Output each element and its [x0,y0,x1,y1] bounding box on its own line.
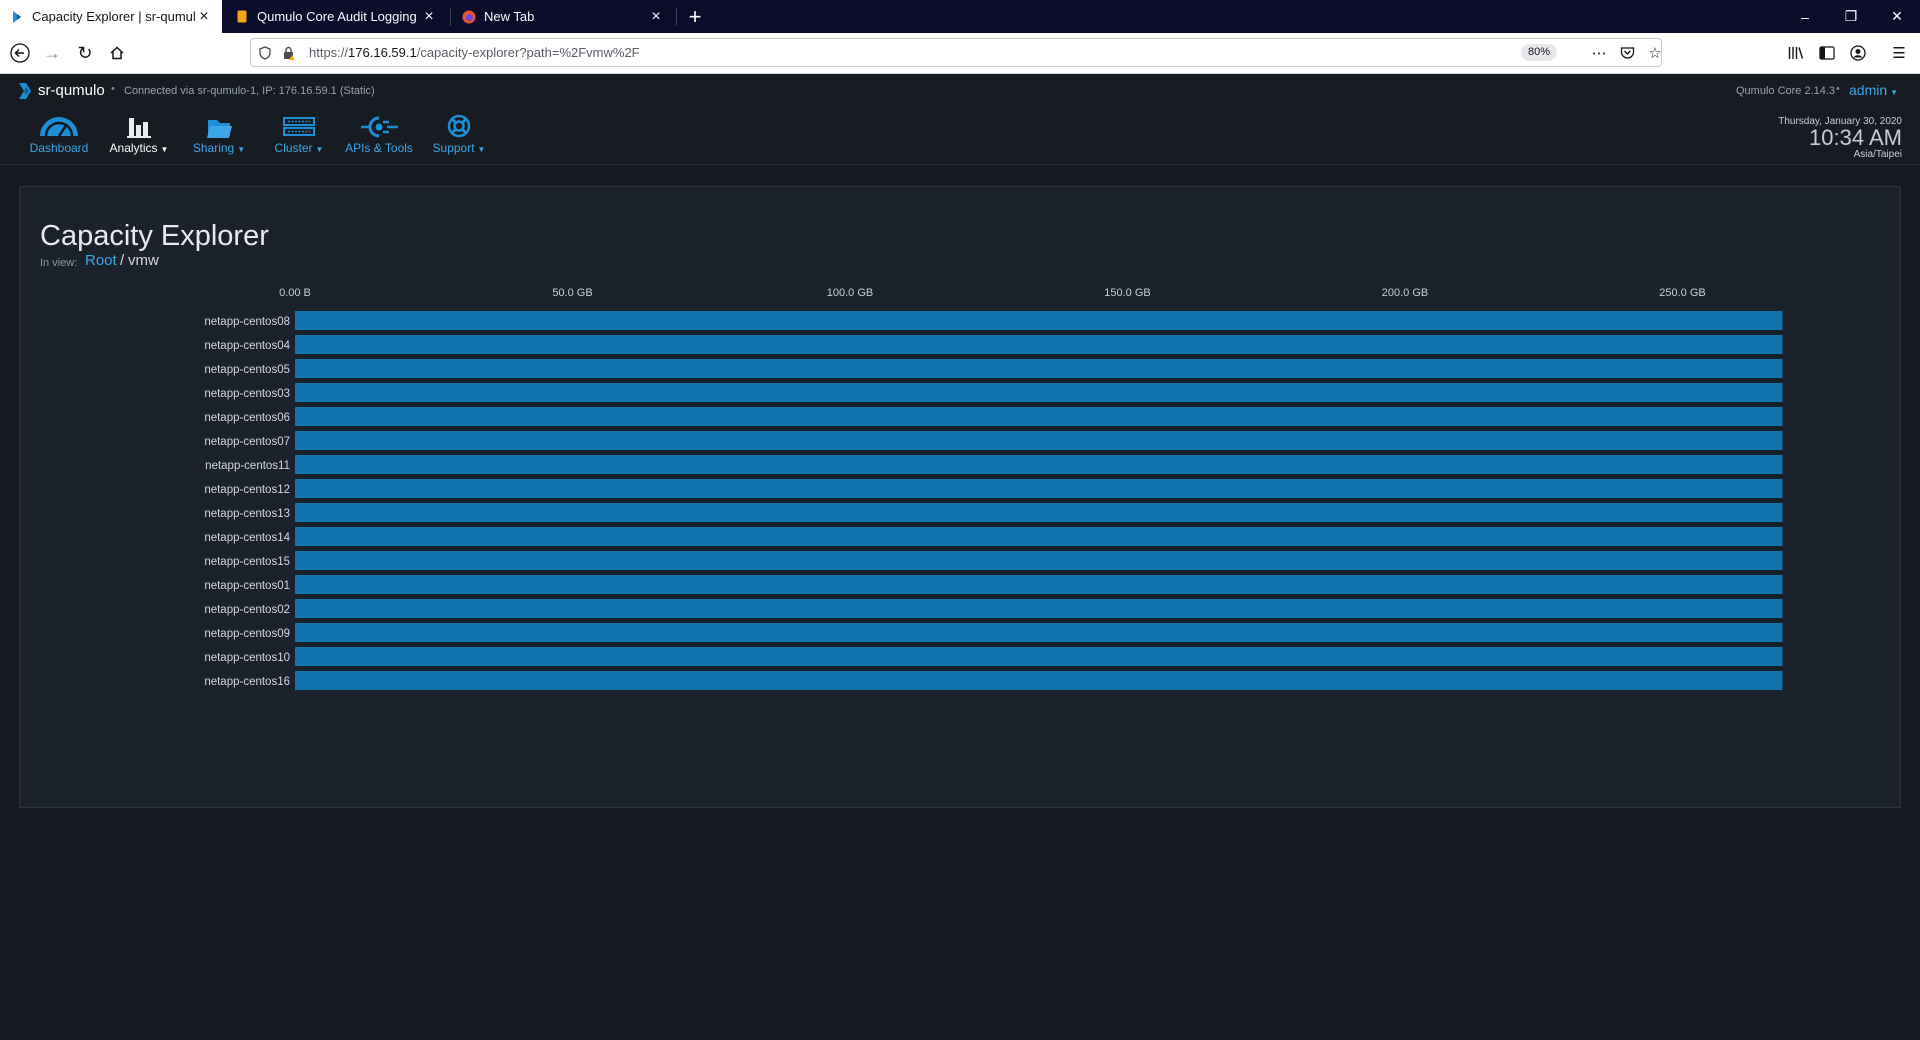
category-label[interactable]: netapp-centos09 [204,628,290,640]
capacity-bar[interactable] [295,431,1783,450]
category-label[interactable]: netapp-centos07 [204,436,290,448]
x-tick-label: 0.00 B [279,287,311,299]
capacity-bar[interactable] [295,383,1783,402]
capacity-bar[interactable] [295,359,1783,378]
x-tick-label: 50.0 GB [552,287,592,299]
capacity-bar[interactable] [295,527,1783,546]
capacity-bar[interactable] [295,599,1783,618]
capacity-bar[interactable] [295,479,1783,498]
category-label[interactable]: netapp-centos10 [204,652,290,664]
x-tick-label: 200.0 GB [1382,287,1428,299]
capacity-bar[interactable] [295,335,1783,354]
category-label[interactable]: netapp-centos03 [204,388,290,400]
x-tick-label: 250.0 GB [1659,287,1705,299]
capacity-bar[interactable] [295,551,1783,570]
capacity-bar[interactable] [295,575,1783,594]
category-label[interactable]: netapp-centos05 [204,364,290,376]
category-label[interactable]: netapp-centos15 [204,556,290,568]
category-label[interactable]: netapp-centos13 [204,508,290,520]
x-tick-label: 150.0 GB [1104,287,1150,299]
category-label[interactable]: netapp-centos08 [204,316,290,328]
category-label[interactable]: netapp-centos02 [204,604,290,616]
category-label[interactable]: netapp-centos11 [205,460,290,472]
capacity-bar[interactable] [295,647,1783,666]
capacity-bar-chart: 0.00 B 50.0 GB 100.0 GB 150.0 GB 200.0 GB 250… [204,287,1783,690]
capacity-bar[interactable] [295,311,1783,330]
category-label[interactable]: netapp-centos16 [204,676,290,688]
x-tick-label: 100.0 GB [827,287,873,299]
capacity-bar[interactable] [295,455,1783,474]
category-label[interactable]: netapp-centos01 [204,580,290,592]
category-label[interactable]: netapp-centos04 [204,340,290,352]
capacity-bar[interactable] [295,623,1783,642]
category-label[interactable]: netapp-centos06 [204,412,290,424]
capacity-bar[interactable] [295,671,1783,690]
capacity-bar[interactable] [295,407,1783,426]
category-label[interactable]: netapp-centos12 [204,484,290,496]
category-label[interactable]: netapp-centos14 [204,532,290,544]
capacity-bar[interactable] [295,503,1783,522]
